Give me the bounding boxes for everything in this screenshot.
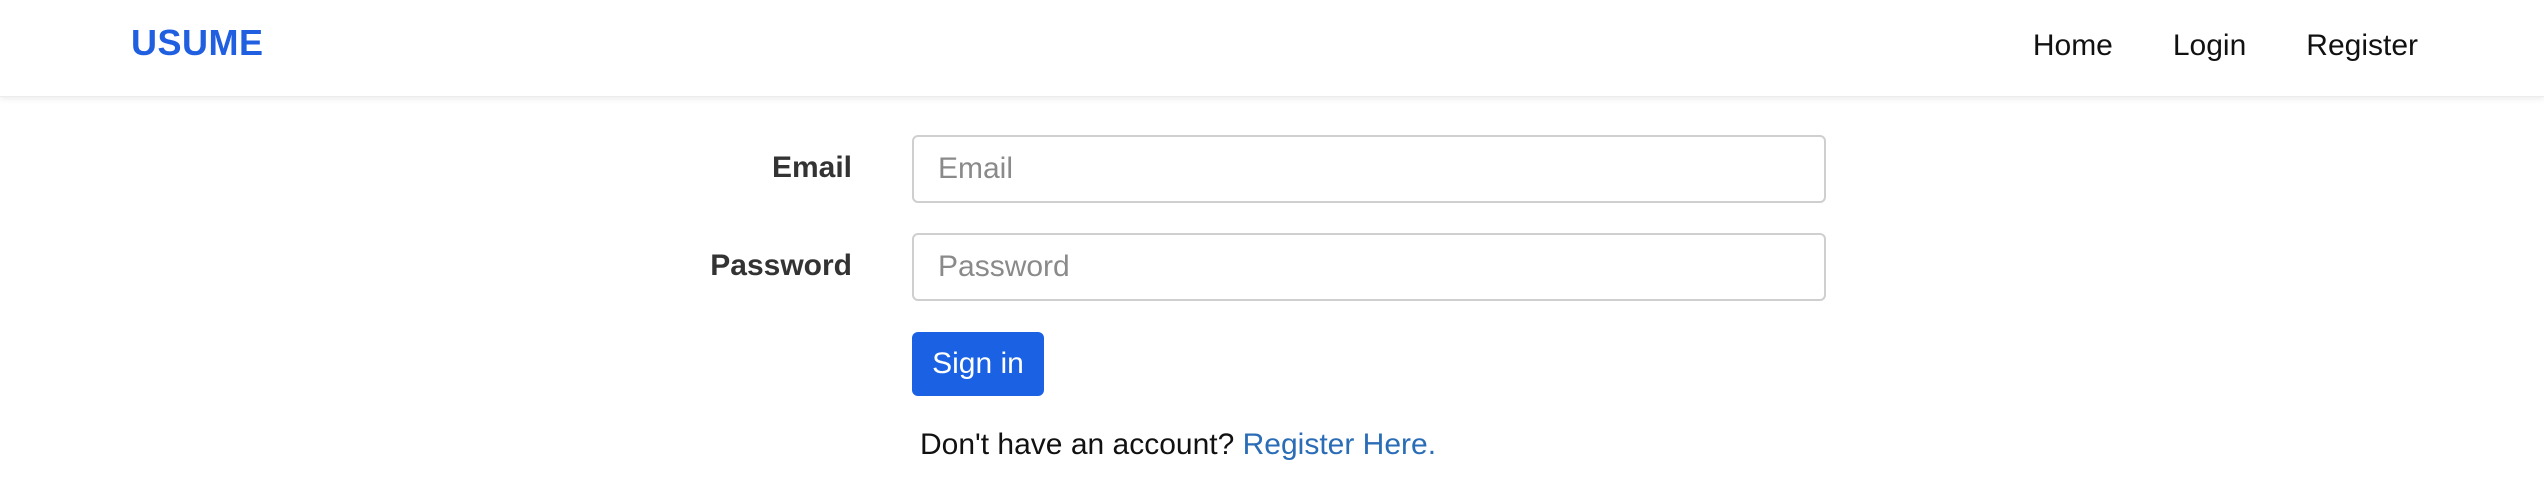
top-navbar: USUME Home Login Register xyxy=(0,0,2544,97)
brand-logo-link[interactable]: USUME xyxy=(131,22,264,64)
register-here-link[interactable]: Register Here. xyxy=(1243,428,1436,461)
email-label: Email xyxy=(771,151,852,184)
nav-link-login[interactable]: Login xyxy=(2173,24,2246,68)
password-label: Password xyxy=(710,249,852,282)
email-field[interactable] xyxy=(912,135,1826,203)
sign-in-button[interactable]: Sign in xyxy=(912,332,1044,396)
nav-link-home[interactable]: Home xyxy=(2033,24,2113,68)
password-field[interactable] xyxy=(912,233,1826,301)
password-row: Password xyxy=(0,233,2544,303)
nav-links: Home Login Register xyxy=(2033,24,2418,68)
register-prompt: Don't have an account? Register Here. xyxy=(920,428,1436,462)
email-row: Email xyxy=(0,135,2544,205)
nav-link-register[interactable]: Register xyxy=(2306,24,2418,68)
register-prompt-text: Don't have an account? xyxy=(920,428,1235,461)
